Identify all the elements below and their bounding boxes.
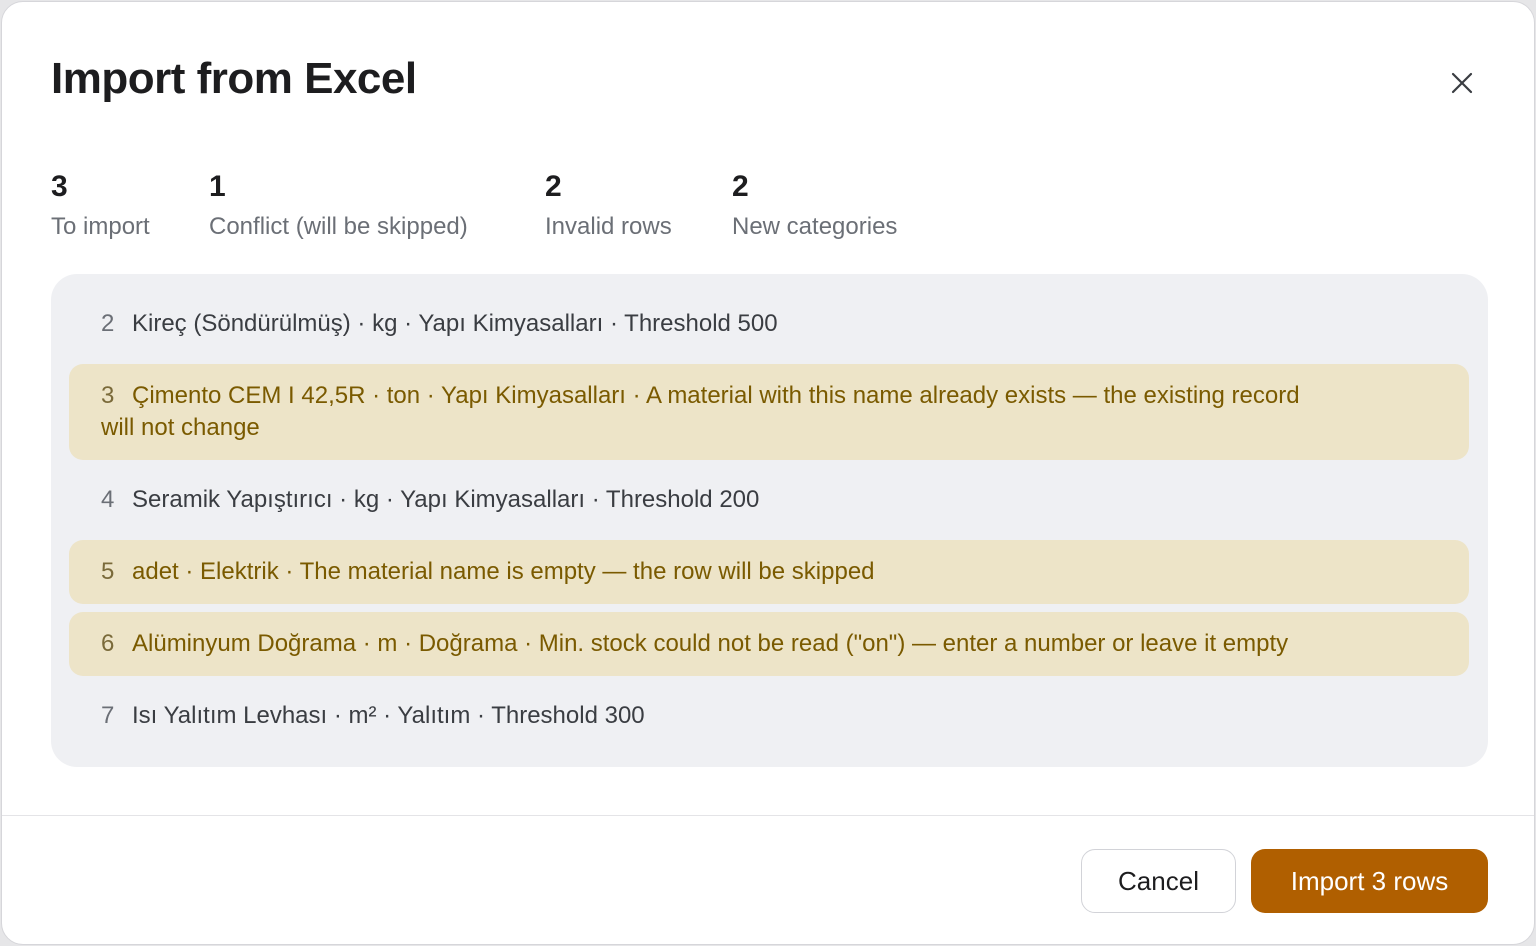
stat-count: 2 xyxy=(732,170,749,203)
import-button[interactable]: Import 3 rows xyxy=(1251,849,1488,913)
close-icon xyxy=(1451,72,1473,94)
row-index: 7 xyxy=(101,702,115,729)
list-item: 4 Seramik Yapıştırıcı · kg · Yapı Kimyasa… xyxy=(69,484,1469,516)
row-index: 4 xyxy=(101,486,115,513)
list-item: 3 Çimento CEM I 42,5R · ton · Yapı Kimyas… xyxy=(69,364,1469,460)
row-text-continued: will not change xyxy=(101,414,260,441)
stat-new-categories: 2 New categories xyxy=(732,168,897,246)
list-item: 5 adet · Elektrik · The material name is … xyxy=(69,540,1469,604)
dialog-title: Import from Excel xyxy=(51,54,417,103)
list-item: 7 Isı Yalıtım Levhası · m² · Yalıtım · Th… xyxy=(69,700,1469,732)
stat-label: New categories xyxy=(732,213,898,240)
stat-label: Invalid rows xyxy=(545,213,672,240)
row-text: Çimento CEM I 42,5R · ton · Yapı Kimyasa… xyxy=(132,382,1300,409)
row-text: Seramik Yapıştırıcı · kg · Yapı Kimyasal… xyxy=(132,486,760,513)
stat-count: 3 xyxy=(51,170,68,203)
footer-divider xyxy=(2,815,1534,816)
import-summary: 3 To import 1 Conflict (will be skipped)… xyxy=(2,168,1534,248)
row-text: adet · Elektrik · The material name is e… xyxy=(132,558,875,585)
row-text: Kireç (Söndürülmüş) · kg · Yapı Kimyasal… xyxy=(132,310,778,337)
row-index: 5 xyxy=(101,558,115,585)
close-button[interactable] xyxy=(1444,65,1480,101)
list-item: 2 Kireç (Söndürülmüş) · kg · Yapı Kimyasa… xyxy=(69,308,1469,340)
stat-invalid-rows: 2 Invalid rows xyxy=(545,168,672,246)
stat-to-import: 3 To import xyxy=(51,168,150,246)
stat-label: Conflict (will be skipped) xyxy=(209,213,468,240)
preview-list: 2 Kireç (Söndürülmüş) · kg · Yapı Kimyasa… xyxy=(51,274,1488,767)
list-item: 6 Alüminyum Doğrama · m · Doğrama · Min. … xyxy=(69,612,1469,676)
row-index: 2 xyxy=(101,310,115,337)
row-index: 6 xyxy=(101,630,115,657)
stat-count: 2 xyxy=(545,170,562,203)
row-index: 3 xyxy=(101,382,115,409)
row-text: Alüminyum Doğrama · m · Doğrama · Min. s… xyxy=(132,630,1289,657)
stat-conflict: 1 Conflict (will be skipped) xyxy=(209,168,468,246)
stat-label: To import xyxy=(51,213,150,240)
row-text: Isı Yalıtım Levhası · m² · Yalıtım · Thr… xyxy=(132,702,645,729)
import-dialog: Import from Excel 3 To import 1 Conflict… xyxy=(1,1,1535,945)
cancel-button[interactable]: Cancel xyxy=(1081,849,1236,913)
stat-count: 1 xyxy=(209,170,226,203)
